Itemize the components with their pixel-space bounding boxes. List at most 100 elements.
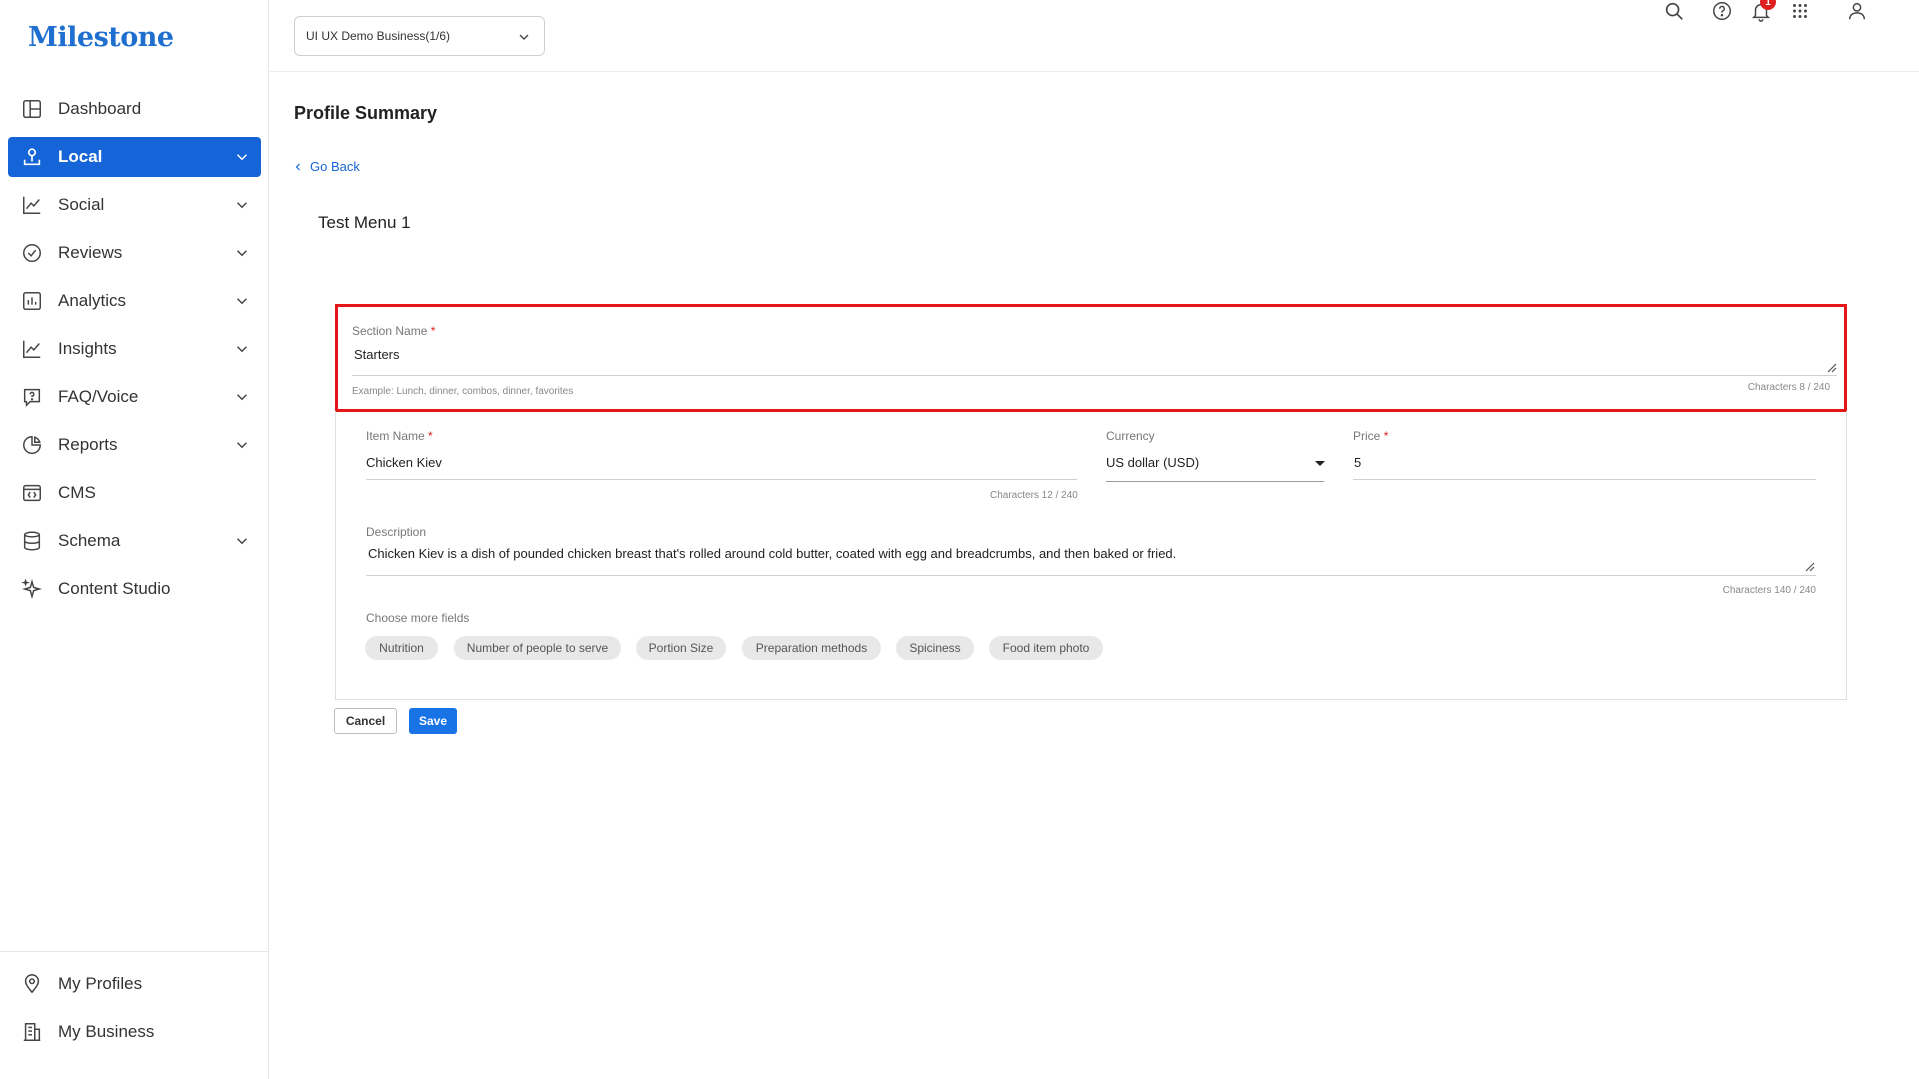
- sidebar-item-label: FAQ/Voice: [58, 387, 139, 406]
- section-name-field: Section Name * Starters Example: Lunch, …: [335, 304, 1847, 412]
- chevron-down-icon: [236, 250, 248, 257]
- faq-icon: [20, 385, 44, 409]
- dropdown-caret-icon[interactable]: [1315, 461, 1325, 466]
- search-icon[interactable]: [1663, 0, 1689, 26]
- sidebar-item-label: My Business: [58, 1022, 155, 1041]
- check-circle-icon: [20, 241, 44, 265]
- chevron-down-icon: [236, 154, 248, 161]
- sidebar-item-insights[interactable]: Insights: [8, 329, 261, 369]
- resize-handle-icon[interactable]: [1827, 363, 1837, 373]
- item-name-label-text: Item Name: [366, 429, 425, 443]
- item-name-label: Item Name *: [366, 429, 433, 443]
- required-mark: *: [428, 429, 433, 443]
- sidebar-item-label: Schema: [58, 531, 121, 550]
- bar-chart-icon: [20, 289, 44, 313]
- item-name-input[interactable]: Chicken Kiev: [366, 455, 442, 470]
- sidebar-item-label: Reports: [58, 435, 118, 454]
- notification-badge: 1: [1760, 0, 1776, 10]
- sidebar-item-my-business[interactable]: My Business: [8, 1012, 261, 1052]
- price-input[interactable]: 5: [1354, 455, 1361, 470]
- database-icon: [20, 529, 44, 553]
- sidebar-item-label: My Profiles: [58, 974, 143, 993]
- milestone-logo[interactable]: Milestone: [28, 22, 174, 53]
- sidebar-item-content-studio[interactable]: Content Studio: [8, 569, 261, 609]
- section-name-underline: [352, 375, 1837, 376]
- chevron-down-icon: [519, 34, 529, 40]
- sidebar-item-local[interactable]: Local: [8, 137, 261, 177]
- chip-number-of-people[interactable]: Number of people to serve: [454, 636, 621, 660]
- page-title: Profile Summary: [294, 103, 438, 123]
- chevron-down-icon: [236, 442, 248, 449]
- apps-grid-icon[interactable]: [1789, 0, 1815, 26]
- description-underline: [366, 575, 1816, 576]
- section-name-input[interactable]: Starters: [354, 347, 400, 362]
- local-pin-icon: [20, 145, 44, 169]
- sidebar-item-label: Reviews: [58, 243, 123, 262]
- dashboard-icon: [20, 97, 44, 121]
- save-button[interactable]: Save: [409, 708, 457, 734]
- business-select[interactable]: UI UX Demo Business(1/6): [294, 16, 545, 56]
- chevron-down-icon: [236, 298, 248, 305]
- go-back-label: Go Back: [310, 159, 360, 174]
- sidebar-item-my-profiles[interactable]: My Profiles: [8, 964, 261, 1004]
- resize-handle-icon[interactable]: [1805, 562, 1815, 572]
- line-chart-icon: [20, 337, 44, 361]
- price-underline: [1353, 479, 1816, 480]
- sidebar-bottom: My Profiles My Business: [0, 951, 269, 1060]
- required-mark: *: [1383, 429, 1389, 443]
- cancel-button[interactable]: Cancel: [334, 708, 397, 734]
- chip-food-item-photo[interactable]: Food item photo: [989, 636, 1103, 660]
- chip-spiciness[interactable]: Spiciness: [896, 636, 974, 660]
- sidebar-item-reviews[interactable]: Reviews: [8, 233, 261, 273]
- sidebar-item-label: Social: [58, 195, 105, 214]
- required-mark: *: [430, 324, 436, 338]
- sidebar-item-label: Content Studio: [58, 579, 171, 598]
- sidebar-nav: Dashboard Local Social Reviews Analytics…: [8, 89, 261, 617]
- chevron-down-icon: [236, 202, 248, 209]
- sidebar-item-reports[interactable]: Reports: [8, 425, 261, 465]
- line-chart-icon: [20, 193, 44, 217]
- sidebar-item-label: Dashboard: [58, 99, 142, 118]
- help-icon[interactable]: [1711, 0, 1737, 26]
- section-name-hint: Example: Lunch, dinner, combos, dinner, …: [352, 386, 574, 397]
- sidebar-item-social[interactable]: Social: [8, 185, 261, 225]
- section-name-label-text: Section Name: [352, 324, 428, 338]
- location-pin-icon: [20, 972, 44, 996]
- sidebar-item-faq-voice[interactable]: FAQ/Voice: [8, 377, 261, 417]
- sidebar-item-dashboard[interactable]: Dashboard: [8, 89, 261, 129]
- sidebar-item-analytics[interactable]: Analytics: [8, 281, 261, 321]
- sidebar-item-schema[interactable]: Schema: [8, 521, 261, 561]
- description-char-count: Characters 140 / 240: [1722, 585, 1816, 596]
- sparkle-icon: [20, 577, 44, 601]
- chip-nutrition[interactable]: Nutrition: [365, 636, 438, 660]
- pie-chart-icon: [20, 433, 44, 457]
- chevron-down-icon: [236, 394, 248, 401]
- chip-portion-size[interactable]: Portion Size: [636, 636, 726, 660]
- sidebar-item-label: Analytics: [58, 291, 127, 310]
- chevron-down-icon: [236, 538, 248, 545]
- top-bar: UI UX Demo Business(1/6) 1: [270, 0, 1919, 72]
- section-name-label: Section Name *: [352, 324, 435, 338]
- sidebar: Milestone Dashboard Local Social Reviews…: [0, 0, 269, 1079]
- sidebar-item-label: Local: [58, 147, 103, 166]
- currency-label: Currency: [1106, 429, 1155, 443]
- more-fields-label: Choose more fields: [366, 611, 470, 625]
- bell-icon[interactable]: 1: [1750, 0, 1776, 26]
- cms-icon: [20, 481, 44, 505]
- price-label: Price *: [1353, 429, 1388, 443]
- building-icon: [20, 1020, 44, 1044]
- currency-underline: [1106, 481, 1324, 482]
- item-name-char-count: Characters 12 / 240: [990, 490, 1078, 501]
- user-icon[interactable]: [1846, 0, 1872, 26]
- go-back-link[interactable]: Go Back: [292, 159, 360, 174]
- description-input[interactable]: Chicken Kiev is a dish of pounded chicke…: [368, 546, 1808, 561]
- sidebar-item-label: Insights: [58, 339, 117, 358]
- business-select-value: UI UX Demo Business(1/6): [306, 29, 451, 43]
- chip-preparation-methods[interactable]: Preparation methods: [742, 636, 881, 660]
- currency-select[interactable]: US dollar (USD): [1106, 455, 1199, 470]
- section-name-char-count: Characters 8 / 240: [1747, 382, 1830, 393]
- chevron-down-icon: [236, 346, 248, 353]
- sidebar-item-cms[interactable]: CMS: [8, 473, 261, 513]
- description-label: Description: [366, 525, 427, 539]
- sidebar-item-label: CMS: [58, 483, 96, 502]
